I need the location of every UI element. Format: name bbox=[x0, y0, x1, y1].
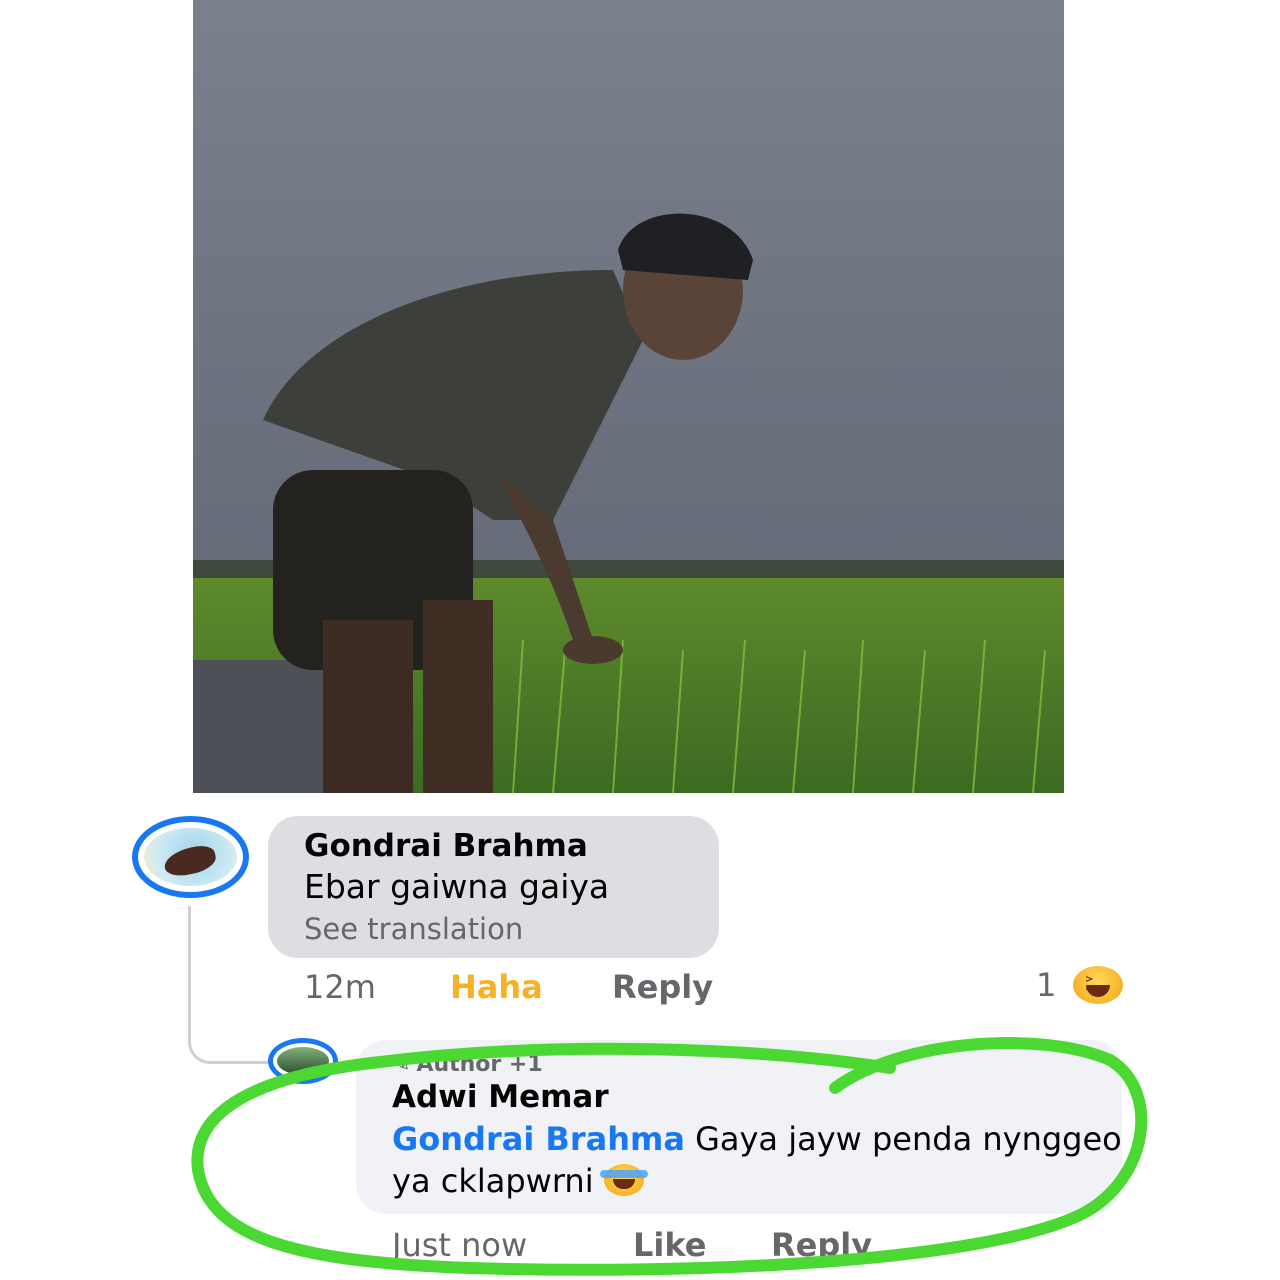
reply-timestamp: Just now bbox=[392, 1226, 528, 1264]
comment-timestamp: 12m bbox=[304, 968, 376, 1006]
thread-connector bbox=[188, 906, 268, 1064]
like-button[interactable]: Like bbox=[633, 1226, 706, 1264]
avatar-image bbox=[144, 828, 237, 886]
reply-bubble: ✎ Author +1 Adwi Memar Gondrai Brahma Gay… bbox=[356, 1040, 1122, 1214]
avatar-image bbox=[277, 1047, 329, 1075]
haha-reaction-button[interactable]: Haha bbox=[450, 968, 543, 1006]
post-photo[interactable] bbox=[193, 0, 1064, 793]
reply-author-name[interactable]: Adwi Memar bbox=[392, 1078, 1122, 1116]
comment-author-name[interactable]: Gondrai Brahma bbox=[304, 828, 719, 864]
comment-bubble: Gondrai Brahma Ebar gaiwna gaiya See tra… bbox=[268, 816, 719, 958]
laughing-emoji-icon[interactable]: >< bbox=[1073, 966, 1123, 1004]
comment-text: Ebar gaiwna gaiya bbox=[304, 867, 610, 906]
reply-reply-button[interactable]: Reply bbox=[771, 1226, 872, 1264]
author-badge-label: Author +1 bbox=[416, 1052, 543, 1077]
pen-icon: ✎ bbox=[392, 1052, 411, 1077]
reaction-count[interactable]: 1 bbox=[1036, 966, 1056, 1004]
rolling-laughing-emoji-icon bbox=[599, 1164, 648, 1196]
see-translation-link[interactable]: See translation bbox=[304, 912, 719, 946]
comment-reply-button[interactable]: Reply bbox=[612, 968, 713, 1006]
commenter-avatar[interactable] bbox=[132, 816, 249, 898]
reply-text: Gondrai Brahma Gaya jayw penda nynggeo y… bbox=[392, 1118, 1122, 1202]
replier-avatar[interactable] bbox=[268, 1038, 338, 1084]
photo-image bbox=[193, 0, 1064, 793]
mention-link[interactable]: Gondrai Brahma bbox=[392, 1120, 685, 1158]
author-badge: ✎ Author +1 bbox=[392, 1052, 1122, 1078]
